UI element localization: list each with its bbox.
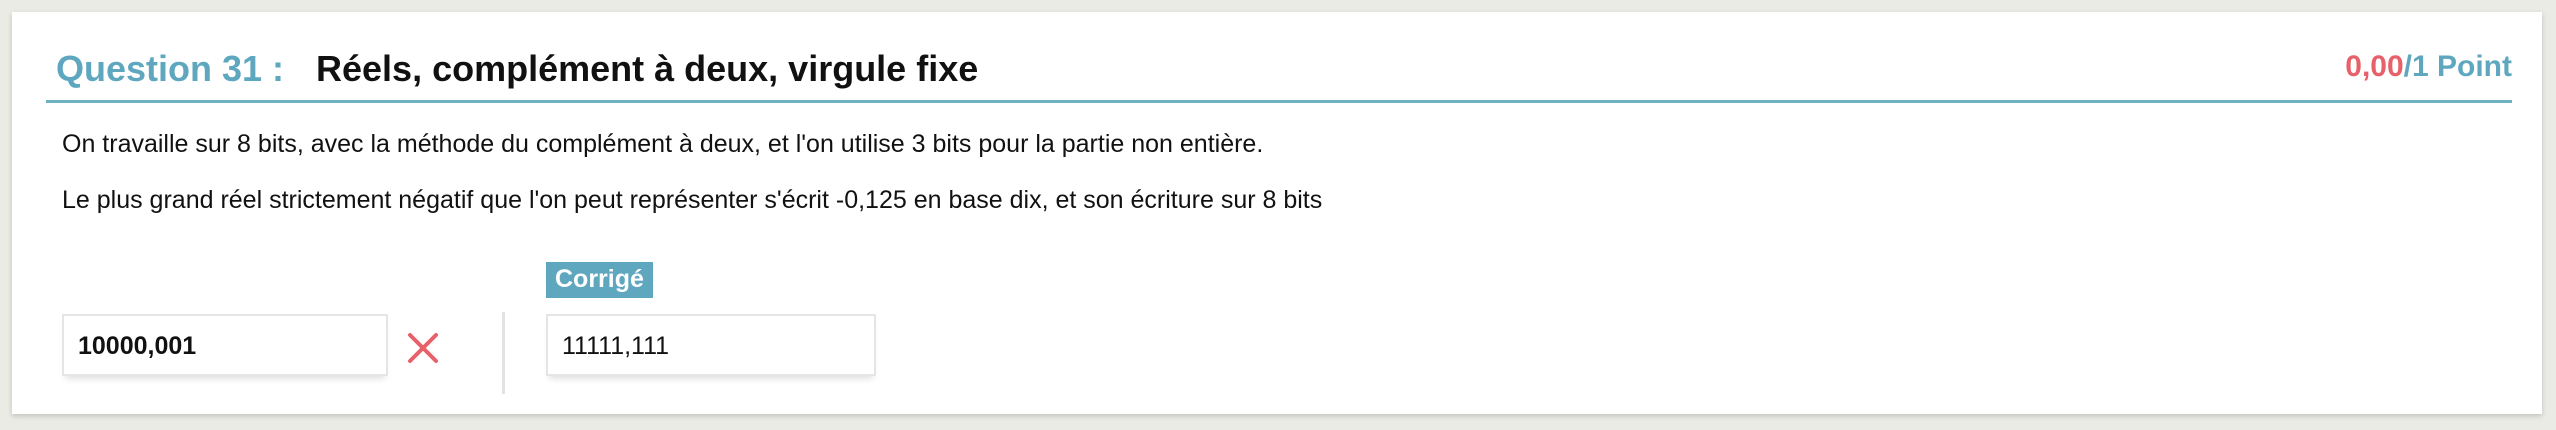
corrige-badge: Corrigé [546,262,653,298]
question-number: Question 31 : [56,48,285,89]
cross-icon [408,333,438,363]
answer-divider [502,312,505,394]
user-answer-field[interactable]: 10000,001 [62,314,388,376]
question-header: Question 31 : Réels, complément à deux, … [46,30,2512,103]
question-card: Question 31 : Réels, complément à deux, … [12,12,2542,414]
question-score: 0,00/1 Point [2345,50,2512,84]
user-answer-value: 10000,001 [78,332,197,360]
score-obtained: 0,00 [2345,50,2404,83]
score-total: /1 Point [2403,50,2512,83]
statement-line-1: On travaille sur 8 bits, avec la méthode… [62,130,1264,158]
correct-answer-value: 11111,111 [562,332,670,360]
correct-answer-field: 11111,111 [546,314,876,376]
question-title: Réels, complément à deux, virgule fixe [316,48,979,89]
statement-line-2: Le plus grand réel strictement négatif q… [62,186,1323,214]
